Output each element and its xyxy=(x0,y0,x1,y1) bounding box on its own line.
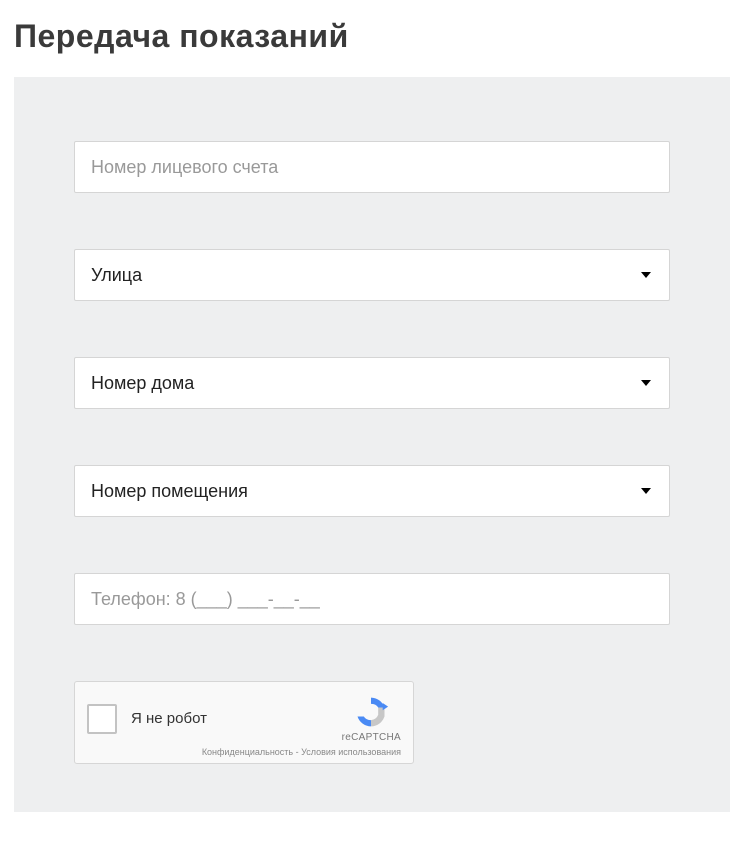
apartment-number-field: Номер помещения xyxy=(74,465,670,517)
recaptcha-checkbox[interactable] xyxy=(87,704,117,734)
house-number-field: Номер дома xyxy=(74,357,670,409)
street-field: Улица xyxy=(74,249,670,301)
recaptcha-right: reCAPTCHA xyxy=(342,694,401,743)
phone-field xyxy=(74,573,670,625)
recaptcha-main: Я не робот reCAPTCHA xyxy=(87,694,401,743)
apartment-number-select-value: Номер помещения xyxy=(91,481,641,502)
recaptcha-links[interactable]: Конфиденциальность - Условия использован… xyxy=(87,747,401,757)
recaptcha-label: Я не робот xyxy=(131,710,207,727)
recaptcha-brand: reCAPTCHA xyxy=(342,732,401,743)
apartment-number-select[interactable]: Номер помещения xyxy=(74,465,670,517)
chevron-down-icon xyxy=(641,380,651,386)
recaptcha-left: Я не робот xyxy=(87,704,207,734)
chevron-down-icon xyxy=(641,488,651,494)
street-select[interactable]: Улица xyxy=(74,249,670,301)
street-select-value: Улица xyxy=(91,265,641,286)
house-number-select[interactable]: Номер дома xyxy=(74,357,670,409)
phone-input[interactable] xyxy=(74,573,670,625)
recaptcha-icon xyxy=(353,694,389,730)
account-number-input[interactable] xyxy=(74,141,670,193)
form-container: Улица Номер дома Номер помещения Я не ро… xyxy=(14,77,730,812)
house-number-select-value: Номер дома xyxy=(91,373,641,394)
recaptcha-widget: Я не робот reCAPTCHA Конфиденциальность … xyxy=(74,681,414,764)
page-title: Передача показаний xyxy=(0,0,744,77)
chevron-down-icon xyxy=(641,272,651,278)
account-number-field xyxy=(74,141,670,193)
